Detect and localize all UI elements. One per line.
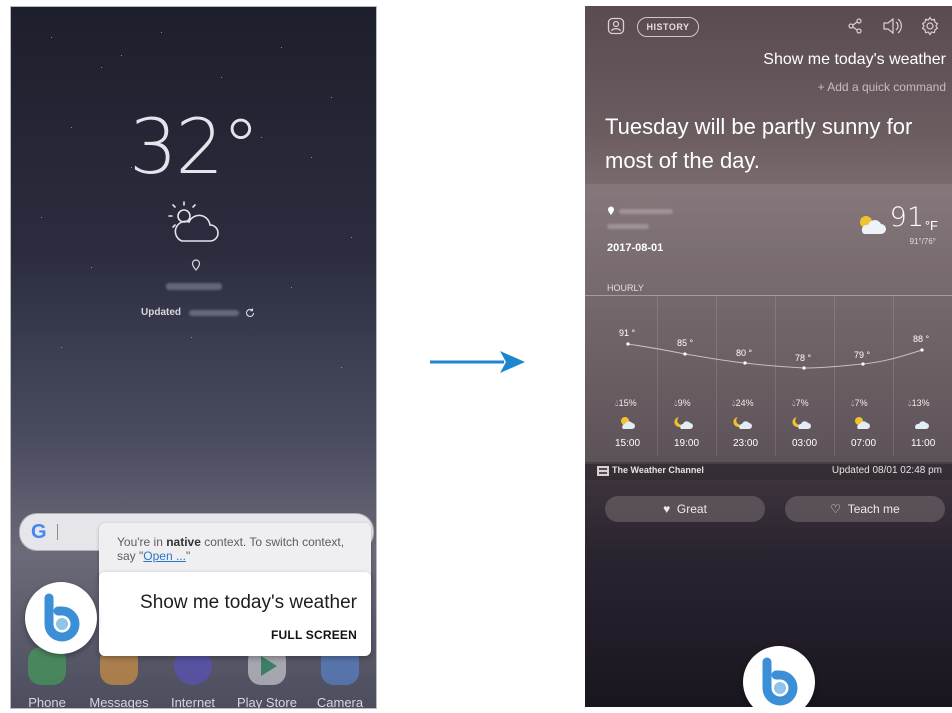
hourly-temperature-curve	[626, 342, 924, 370]
context-name: native	[166, 535, 201, 549]
hour-time-5: 07:00	[851, 438, 877, 449]
dock-label-play-store: Play Store	[237, 695, 297, 709]
hour-time-6: 11:00	[911, 438, 936, 449]
location-pin-icon	[608, 206, 614, 215]
bixby-icon	[762, 657, 798, 706]
dock-label-internet: Internet	[170, 695, 216, 709]
partly-sunny-icon	[860, 216, 886, 234]
hour-weather-icons	[621, 417, 929, 429]
weather-channel-logo-icon	[597, 466, 609, 476]
hour-temp-1: 91 °	[619, 328, 636, 338]
high-low-temperature: 91°/76°	[909, 237, 936, 246]
great-button[interactable]: ♥ Great	[605, 496, 765, 522]
history-button[interactable]: HISTORY	[637, 17, 699, 37]
heart-outline-icon: ♡	[830, 502, 842, 516]
precip-4: 💧︎7%	[792, 398, 809, 408]
location-pin-icon	[191, 259, 201, 271]
open-link[interactable]: Open ...	[143, 549, 186, 563]
refresh-icon[interactable]	[244, 307, 256, 319]
precip-6: 💧︎13%	[908, 398, 930, 408]
location-line-1-blurred	[619, 209, 673, 214]
updated-label: Updated	[141, 307, 181, 318]
dock-label-phone: Phone	[28, 695, 66, 709]
hourly-divider	[585, 295, 952, 296]
arrow-right-icon	[430, 351, 525, 373]
teach-me-button[interactable]: ♡ Teach me	[785, 496, 945, 522]
hour-time-4: 03:00	[792, 438, 818, 449]
temperature-unit: °F	[924, 218, 938, 233]
bixby-button[interactable]	[743, 646, 815, 707]
location-name-blurred	[166, 283, 222, 290]
phone-bixby-screen: HISTORY Show me today's weather + Add a …	[585, 6, 952, 707]
current-temperature: 91	[889, 202, 924, 233]
precip-2: 💧︎9%	[674, 398, 691, 408]
full-screen-button[interactable]: FULL SCREEN	[271, 628, 357, 642]
bixby-icon	[44, 593, 80, 642]
precip-1: 💧︎15%	[615, 398, 637, 408]
weather-date: 2017-08-01	[607, 242, 664, 254]
hour-time-1: 15:00	[615, 438, 641, 449]
speaker-icon[interactable]	[882, 17, 902, 35]
share-icon[interactable]	[847, 18, 863, 34]
weather-updated-time: Updated 08/01 02:48 pm	[831, 465, 942, 476]
hour-temp-5: 79 °	[854, 350, 871, 360]
weather-source[interactable]: The Weather Channel	[612, 465, 704, 475]
phone-lock-screen: 32° Updated G Phone Messages Internet Pl…	[10, 6, 377, 709]
add-quick-command-link[interactable]: + Add a quick command	[818, 80, 946, 94]
partly-cloudy-icon	[168, 201, 219, 242]
search-divider	[57, 524, 58, 540]
updated-row: Updated	[141, 307, 181, 318]
hour-temp-6: 88 °	[913, 334, 930, 344]
hourly-label: HOURLY	[607, 283, 644, 293]
hour-temp-2: 85 °	[677, 338, 694, 348]
voice-command-text: Show me today's weather	[140, 592, 357, 613]
updated-time-blurred	[189, 310, 239, 316]
dock-label-camera: Camera	[316, 695, 364, 709]
precip-3: 💧︎24%	[732, 398, 754, 408]
location-line-2-blurred	[607, 224, 649, 229]
user-query: Show me today's weather	[763, 51, 946, 68]
bixby-button[interactable]	[25, 582, 97, 654]
google-logo: G	[31, 521, 47, 543]
hour-temp-4: 78 °	[795, 353, 812, 363]
settings-icon[interactable]	[920, 16, 940, 36]
hour-time-3: 23:00	[733, 438, 759, 449]
profile-icon[interactable]	[607, 17, 625, 35]
dock-label-messages: Messages	[89, 695, 149, 709]
app-dock: Phone Messages Internet Play Store Camer…	[11, 647, 376, 708]
hour-time-2: 19:00	[674, 438, 700, 449]
bixby-answer: Tuesday will be partly sunny for most of…	[605, 114, 913, 173]
bixby-top-bar: HISTORY	[585, 14, 952, 44]
heart-filled-icon: ♥	[663, 502, 671, 516]
weather-source-bar: The Weather Channel Updated 08/01 02:48 …	[585, 462, 952, 480]
bixby-command-card: Show me today's weather FULL SCREEN	[99, 572, 371, 656]
hour-temp-3: 80 °	[736, 348, 753, 358]
precip-5: 💧︎7%	[851, 398, 868, 408]
lockscreen-temperature: 32°	[129, 102, 260, 191]
